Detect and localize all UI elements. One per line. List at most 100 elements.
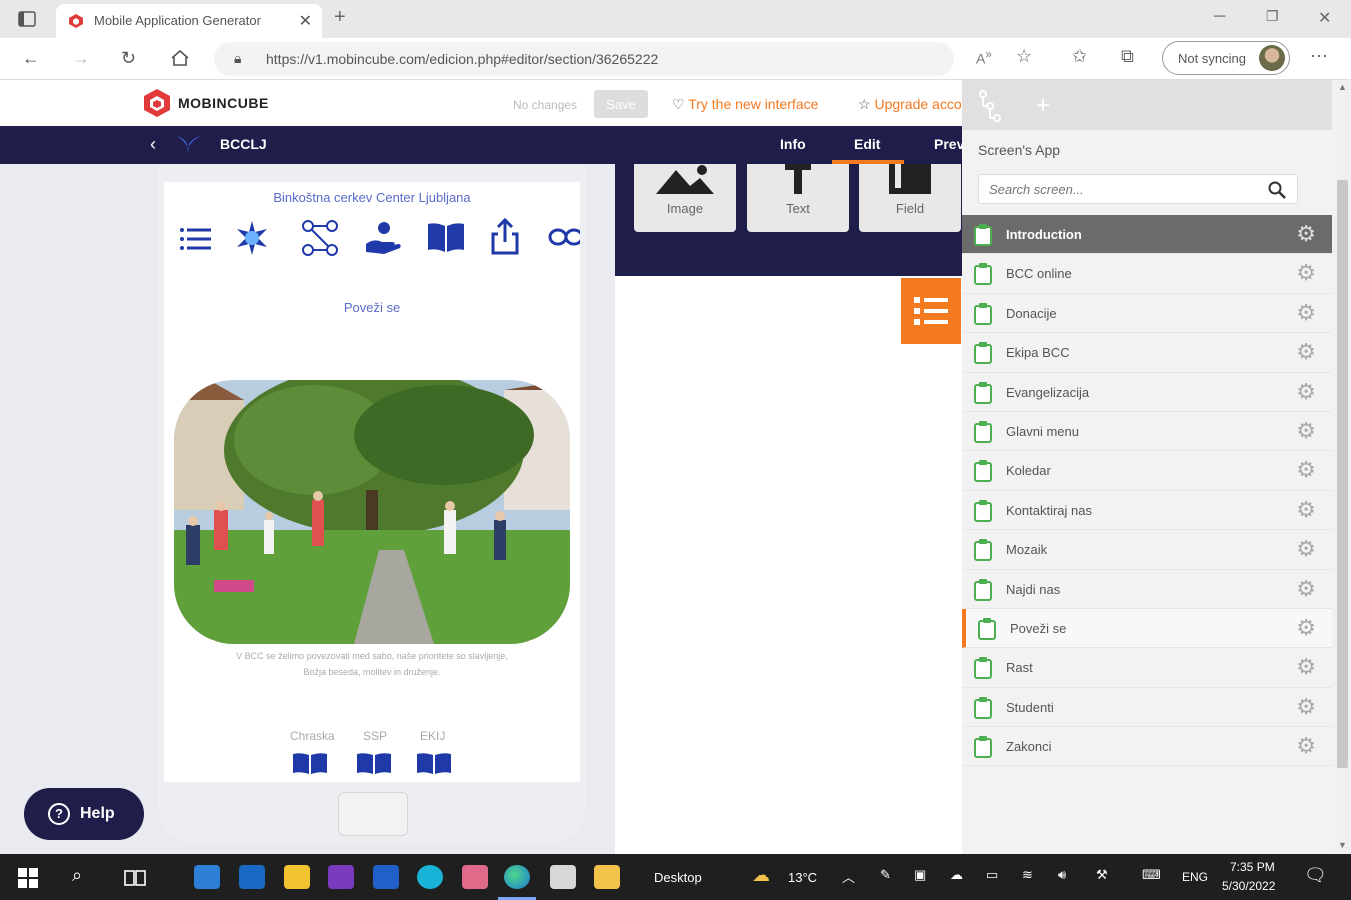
screen-item-koledar[interactable]: Koledar ⚙ [962, 451, 1332, 491]
show-hidden-icons-icon[interactable]: ︿ [842, 867, 855, 886]
tray-display-icon[interactable]: ▣ [914, 867, 926, 883]
sun-emblem-icon[interactable] [234, 220, 270, 256]
gear-icon[interactable]: ⚙ [1296, 577, 1316, 600]
screen-list-toggle-button[interactable] [901, 278, 961, 344]
file-explorer-icon[interactable] [594, 865, 620, 889]
connect-rings-icon[interactable] [548, 222, 580, 252]
volume-icon[interactable]: 🔊︎ [1058, 867, 1066, 883]
tray-pen-icon[interactable]: ✎ [880, 867, 891, 883]
weather-temp[interactable]: 13°C [788, 870, 817, 885]
scroll-up-icon[interactable]: ▲ [1338, 82, 1347, 92]
image-tool[interactable]: Image [634, 164, 736, 232]
skype-app-icon[interactable] [417, 865, 443, 889]
screen-item-donacije[interactable]: Donacije ⚙ [962, 293, 1332, 334]
gear-icon[interactable]: ⚙ [1296, 223, 1316, 245]
network-tray-icon[interactable]: ≋ [1022, 867, 1033, 883]
screen-item-zakonci[interactable]: Zakonci ⚙ [962, 727, 1332, 767]
browser-tab[interactable]: Mobile Application Generator ✕ [56, 4, 322, 38]
upgrade-link[interactable]: ☆ Upgrade account [858, 96, 962, 113]
gear-icon[interactable]: ⚙ [1296, 262, 1316, 284]
screen-item-introduction[interactable]: Introduction ⚙ [962, 215, 1332, 255]
gear-icon[interactable]: ⚙ [1296, 419, 1316, 442]
notification-center-icon[interactable]: 🗨 [1304, 865, 1327, 886]
back-chevron-icon[interactable]: ‹ [150, 134, 156, 155]
keyboard-icon[interactable]: ⌨ [1142, 867, 1161, 883]
screen-item-rast[interactable]: Rast ⚙ [962, 648, 1332, 688]
panel-scrollbar[interactable]: ▲ ▼ [1334, 80, 1351, 854]
url-field[interactable]: 🔒︎ https://v1.mobincube.com/edicion.php#… [214, 42, 954, 76]
gear-icon[interactable]: ⚙ [1296, 341, 1316, 363]
new-tab-icon[interactable]: + [334, 6, 346, 29]
gear-icon[interactable]: ⚙ [1296, 538, 1316, 560]
photos-app-icon[interactable] [462, 865, 488, 889]
screen-item-studenti[interactable]: Studenti ⚙ [962, 687, 1332, 728]
giving-hand-icon[interactable] [364, 218, 402, 256]
collections-icon[interactable]: ⧉ [1121, 46, 1134, 67]
whiteboard-app-icon[interactable] [373, 865, 399, 889]
gear-icon[interactable]: ⚙ [1296, 735, 1316, 757]
more-menu-icon[interactable]: ⋯ [1310, 46, 1328, 67]
screen-item-mozaik[interactable]: Mozaik ⚙ [962, 530, 1332, 570]
battery-icon[interactable]: ▭ [986, 867, 998, 883]
try-new-interface-link[interactable]: ♡ Try the new interface [672, 96, 818, 113]
profile-sync-button[interactable]: Not syncing [1162, 41, 1290, 75]
book-ssp-icon[interactable] [356, 752, 392, 776]
list-menu-icon[interactable] [178, 224, 214, 254]
tray-tool-icon[interactable]: ⚒ [1096, 867, 1108, 883]
book-chraska-icon[interactable] [292, 752, 328, 776]
screen-item-glavni-menu[interactable]: Glavni menu ⚙ [962, 411, 1332, 452]
read-aloud-icon[interactable]: A» [976, 48, 992, 67]
screen-item-bcc-online[interactable]: BCC online ⚙ [962, 254, 1332, 294]
gear-icon[interactable]: ⚙ [1296, 656, 1316, 678]
gear-icon[interactable]: ⚙ [1296, 380, 1316, 403]
tab-preview[interactable]: Preview [934, 136, 962, 152]
gear-icon[interactable]: ⚙ [1296, 616, 1316, 639]
window-close-icon[interactable]: ✕ [1318, 8, 1331, 28]
screen-item-najdi-nas[interactable]: Najdi nas ⚙ [962, 569, 1332, 609]
sticky-notes-app-icon[interactable] [284, 865, 310, 889]
language-indicator[interactable]: ENG [1182, 870, 1208, 884]
share-upload-icon[interactable] [490, 216, 520, 256]
screen-item-evangelizacija[interactable]: Evangelizacija ⚙ [962, 372, 1332, 412]
edge-browser-icon[interactable] [504, 865, 530, 889]
clock-date[interactable]: 5/30/2022 [1222, 879, 1275, 893]
add-screen-icon[interactable]: + [1036, 92, 1050, 120]
favorites-icon[interactable]: ✩ [1072, 46, 1087, 67]
onedrive-icon[interactable]: ☁ [950, 867, 963, 883]
mail-app-icon[interactable] [194, 865, 220, 889]
desktop-label[interactable]: Desktop [654, 870, 702, 885]
task-view-icon[interactable] [124, 868, 146, 888]
gear-icon[interactable]: ⚙ [1296, 695, 1316, 718]
scroll-down-icon[interactable]: ▼ [1338, 840, 1347, 850]
search-icon[interactable] [1268, 181, 1286, 199]
search-screen-input[interactable] [978, 174, 1298, 204]
back-arrow-icon[interactable]: ← [22, 48, 40, 69]
tab-close-icon[interactable]: ✕ [299, 11, 312, 31]
windows-start-icon[interactable] [18, 868, 38, 888]
onenote-app-icon[interactable] [328, 865, 354, 889]
clock-time[interactable]: 7:35 PM [1230, 860, 1275, 874]
screen-item-kontaktiraj-nas[interactable]: Kontaktiraj nas ⚙ [962, 490, 1332, 531]
snipping-tool-icon[interactable] [550, 865, 576, 889]
save-button[interactable]: Save [594, 90, 648, 118]
tab-actions-icon[interactable] [18, 11, 36, 27]
minimize-icon[interactable]: ─ [1214, 8, 1225, 26]
refresh-icon[interactable]: ↻ [121, 48, 136, 69]
screen-item-ekipa-bcc[interactable]: Ekipa BCC ⚙ [962, 333, 1332, 373]
forward-arrow-icon[interactable]: → [72, 48, 90, 69]
add-favorite-icon[interactable]: ☆ [1016, 46, 1032, 67]
tab-edit[interactable]: Edit [854, 136, 880, 152]
text-tool[interactable]: Text [747, 164, 849, 232]
gear-icon[interactable]: ⚙ [1296, 498, 1316, 521]
home-icon[interactable] [170, 49, 190, 67]
taskbar-search-icon[interactable]: ⌕ [72, 865, 82, 886]
screen-item-povezi-se[interactable]: Poveži se ⚙ [962, 608, 1332, 649]
gear-icon[interactable]: ⚙ [1296, 301, 1316, 324]
screen-tree-icon[interactable] [978, 90, 1002, 122]
tab-info[interactable]: Info [780, 136, 806, 152]
network-icon[interactable] [300, 218, 340, 258]
help-button[interactable]: ? Help [24, 788, 144, 840]
open-book-icon[interactable] [426, 220, 466, 254]
field-tool[interactable]: Field [859, 164, 961, 232]
restore-icon[interactable]: ❐ [1266, 8, 1279, 25]
